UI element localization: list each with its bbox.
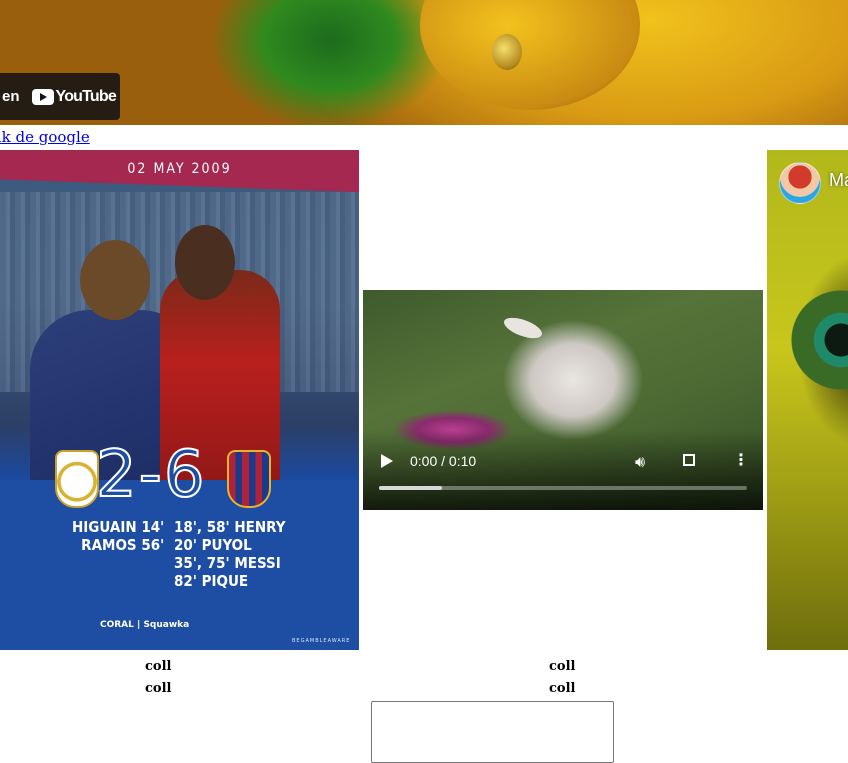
match-poster-image: 02 MAY 2009 2-6 HIGUAIN 14' RAMOS 56' 18… — [0, 150, 359, 650]
scorer-line: HIGUAIN 14' — [72, 518, 165, 536]
more-options-icon[interactable]: ⋮ — [733, 452, 749, 468]
away-scorers: 18', 58' HENRY 20' PUYOL 35', 75' MESSI … — [174, 518, 286, 590]
table-cell: coll — [145, 681, 172, 696]
eye-image — [775, 280, 848, 400]
video-progress-fill — [379, 486, 442, 490]
watch-on-label: r en — [0, 88, 20, 105]
ear-image — [420, 0, 640, 110]
channel-name[interactable]: Ma — [829, 170, 848, 191]
youtube-logo: YouTube — [31, 87, 117, 106]
fullscreen-icon[interactable] — [683, 454, 695, 466]
scorer-line: RAMOS 56' — [81, 536, 165, 554]
player-head — [80, 240, 150, 320]
scorer-line: 18', 58' HENRY — [174, 518, 286, 536]
video-controls-bar — [363, 430, 763, 510]
table-cell: coll — [549, 681, 576, 696]
home-scorers: HIGUAIN 14' RAMOS 56' — [72, 518, 164, 554]
player-head — [175, 225, 235, 300]
video-player[interactable]: 0:00 / 0:10 🔊︎ ⋮ — [363, 290, 763, 510]
volume-icon[interactable]: 🔊︎ — [635, 454, 645, 470]
channel-avatar[interactable] — [779, 162, 821, 204]
play-icon[interactable] — [381, 454, 393, 468]
match-score: 2-6 — [95, 437, 207, 513]
poster-date: 02 MAY 2009 — [0, 150, 359, 192]
youtube-brand-text: YouTube — [55, 87, 117, 105]
real-madrid-crest-icon — [55, 450, 99, 508]
scorer-line: 20' PUYOL — [174, 536, 252, 554]
youtube-play-icon — [31, 88, 54, 105]
youtube-embed-right[interactable]: Ma — [767, 150, 848, 650]
youtube-embed-top[interactable]: r en YouTube — [0, 0, 848, 125]
scorer-line: 82' PIQUE — [174, 572, 249, 590]
scorer-line: 35', 75' MESSI — [174, 554, 281, 572]
bunny-figure — [501, 313, 545, 343]
video-time: 0:00 / 0:10 — [410, 453, 477, 469]
watch-on-youtube-button[interactable]: r en YouTube — [0, 73, 120, 120]
earring-image — [492, 34, 522, 70]
fc-barcelona-crest-icon — [227, 450, 271, 508]
table-cell: coll — [145, 659, 172, 674]
gamble-aware-text: BEGAMBLEAWARE — [292, 638, 351, 644]
google-link[interactable]: nk de google — [0, 128, 90, 146]
table-cell: coll — [549, 659, 576, 674]
sponsor-logos: CORAL | Squawka — [100, 620, 190, 630]
